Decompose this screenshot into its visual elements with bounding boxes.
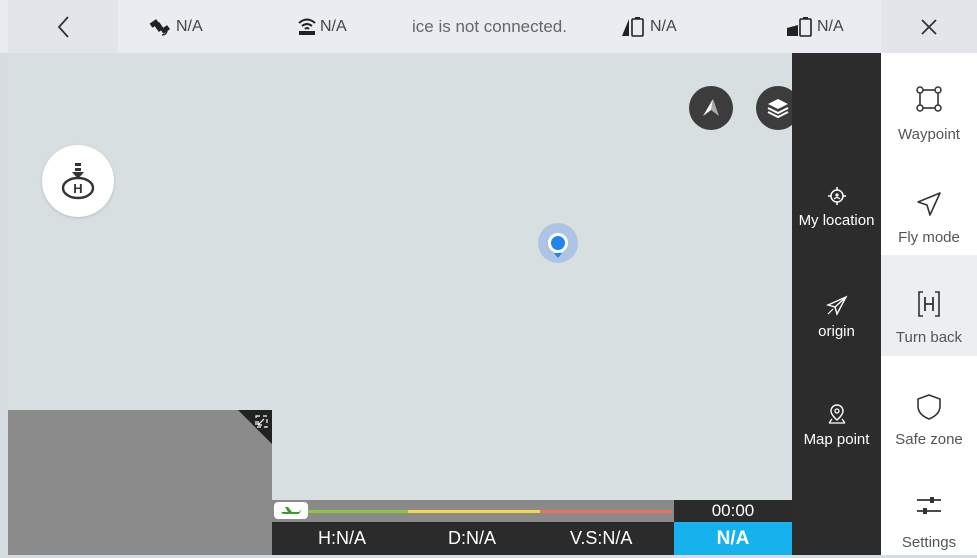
connection-message: ice is not connected. <box>412 16 567 36</box>
progress-green <box>308 510 408 513</box>
safe-zone-icon <box>917 394 941 420</box>
sidebar-item-safe-zone[interactable]: Safe zone <box>881 356 977 457</box>
right-sidebar: Waypoint Fly mode Turn back Safe zone Se… <box>881 53 977 555</box>
map-pin-icon <box>827 404 846 424</box>
sidebar-item-fly-mode[interactable]: Fly mode <box>881 154 977 255</box>
plane-indicator <box>274 502 308 519</box>
sidebar-item-turn-back[interactable]: Turn back <box>881 255 977 356</box>
sidebar-item-settings[interactable]: Settings <box>881 457 977 558</box>
video-preview[interactable] <box>8 410 272 555</box>
remote-battery-value: N/A <box>817 17 844 35</box>
map-tools-panel: My location origin Map point <box>792 53 881 555</box>
location-dot <box>548 233 568 253</box>
compass-button[interactable] <box>689 86 733 130</box>
origin-button[interactable]: origin <box>792 295 881 340</box>
location-marker <box>538 223 578 263</box>
remote-battery-status: N/A <box>786 0 844 53</box>
fly-mode-label: Fly mode <box>898 229 960 246</box>
signal-value: N/A <box>320 17 347 35</box>
waypoint-icon <box>916 86 942 112</box>
svg-text:H: H <box>73 181 82 196</box>
my-location-label: My location <box>798 212 875 229</box>
flight-timer: 00:00 <box>711 501 755 520</box>
safe-zone-label: Safe zone <box>895 431 963 448</box>
back-button[interactable] <box>8 0 118 53</box>
map-point-button[interactable]: Map point <box>792 403 881 448</box>
turn-back-icon <box>918 291 940 317</box>
progress-yellow <box>408 510 540 513</box>
progress-red <box>540 510 672 513</box>
satellite-icon <box>149 18 170 36</box>
height-value: H:N/A <box>318 528 367 548</box>
my-location-button[interactable]: My location <box>792 186 881 229</box>
waypoint-label: Waypoint <box>898 126 960 143</box>
close-icon <box>921 18 937 35</box>
location-pointer <box>554 253 562 258</box>
settings-icon <box>917 497 941 514</box>
signal-status: N/A <box>297 0 347 53</box>
remote-battery-icon <box>787 16 812 37</box>
origin-label: origin <box>818 323 855 340</box>
sidebar-item-waypoint[interactable]: Waypoint <box>881 53 977 154</box>
turn-back-label: Turn back <box>895 329 963 346</box>
chevron-left-icon <box>57 15 69 38</box>
my-location-icon <box>827 187 846 205</box>
gps-status: N/A <box>147 0 203 53</box>
layers-icon <box>767 99 789 119</box>
telemetry-bar: 00:00 H:N/A D:N/A V.S:N/A N/A <box>272 500 792 555</box>
battery-progress <box>272 500 674 522</box>
signal-icon <box>298 18 316 35</box>
drone-battery-icon <box>622 16 644 37</box>
paper-plane-icon <box>825 295 848 316</box>
home-point-button[interactable]: H <box>42 145 114 217</box>
status-bar: N/A N/A ice is not connected. N/A N/A <box>0 0 977 53</box>
airplane-icon <box>281 506 302 514</box>
drone-battery-status: N/A <box>621 0 677 53</box>
vertical-speed-value: V.S:N/A <box>570 528 633 548</box>
close-button[interactable] <box>881 0 977 53</box>
distance-value: D:N/A <box>448 528 497 548</box>
fly-mode-icon <box>917 192 941 216</box>
settings-label: Settings <box>901 534 957 551</box>
expand-icon[interactable] <box>255 415 268 428</box>
flight-mode-badge: N/A <box>674 522 792 555</box>
map-point-label: Map point <box>803 431 870 448</box>
home-point-icon: H <box>61 163 95 200</box>
compass-icon <box>703 99 719 116</box>
gps-value: N/A <box>176 17 203 35</box>
drone-battery-value: N/A <box>650 17 677 35</box>
